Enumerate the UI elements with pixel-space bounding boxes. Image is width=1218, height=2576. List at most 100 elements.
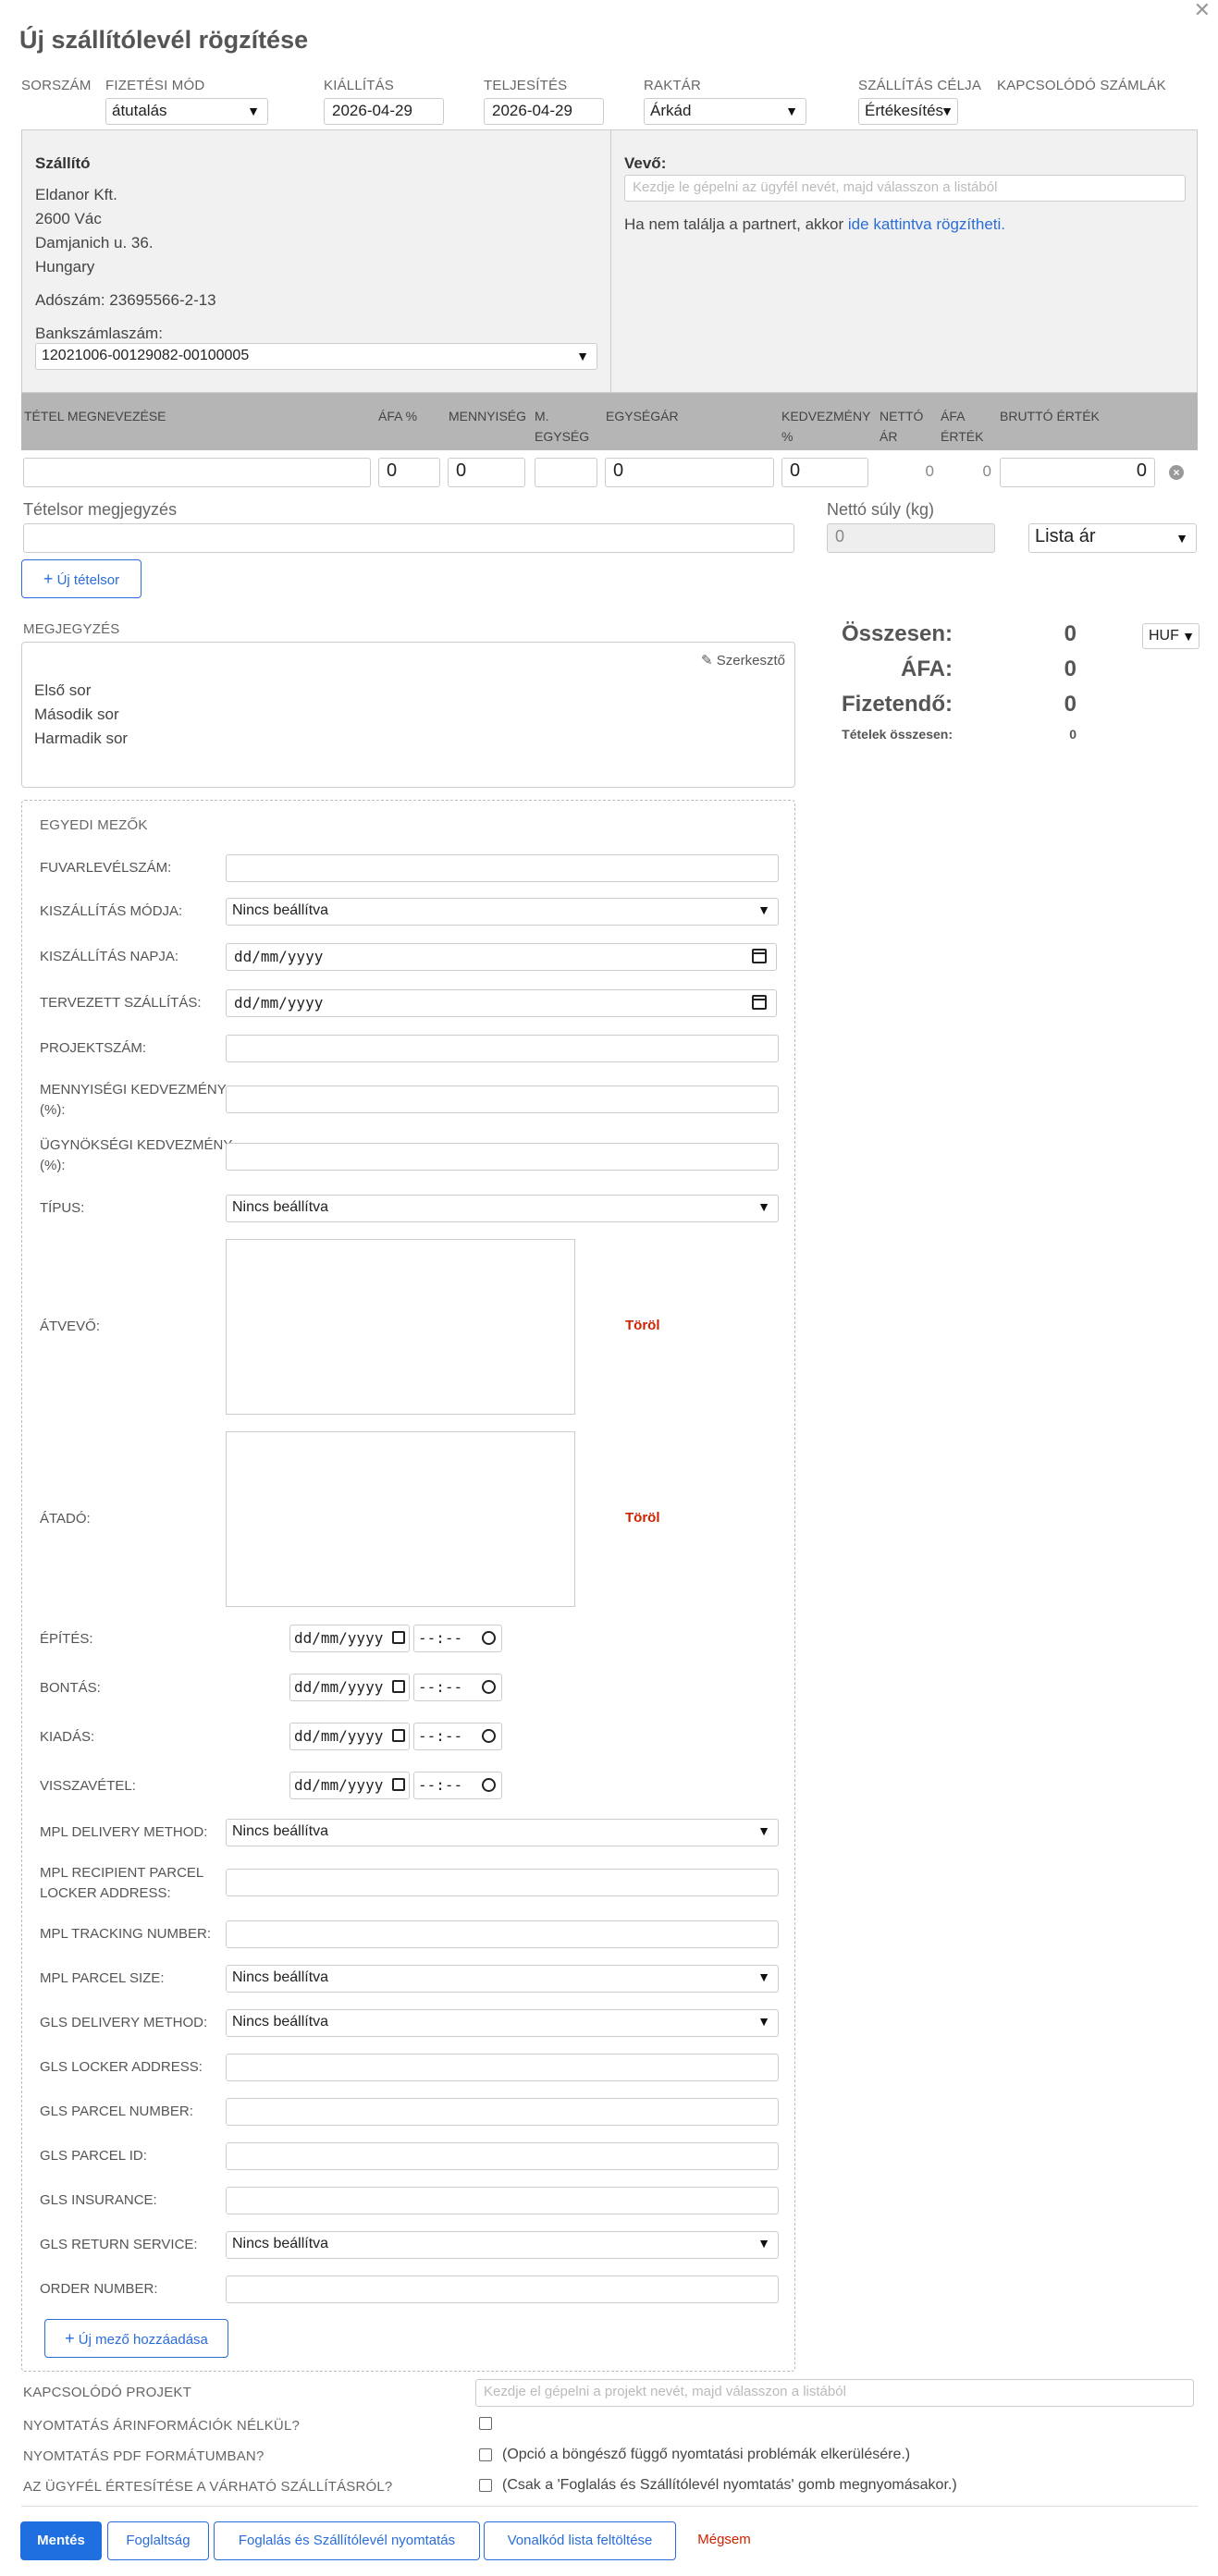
item-vat-value: 0 xyxy=(982,462,991,480)
close-icon[interactable]: ✕ xyxy=(1194,0,1211,20)
gls-delivery-select[interactable]: Nincs beállítva ▼ xyxy=(226,2009,779,2037)
planned-shipping-input[interactable]: dd/mm/yyyy xyxy=(226,989,777,1017)
row-note-input[interactable] xyxy=(23,523,794,553)
items-total-label: Tételek összesen: xyxy=(842,727,953,742)
new-partner-link[interactable]: ide kattintva rögzítheti. xyxy=(848,215,1005,233)
total-label: Összesen: xyxy=(841,621,953,646)
dispatch-date-placeholder: dd/mm/yyyy xyxy=(294,1727,384,1745)
issue-date-input[interactable]: 2026-04-29 xyxy=(324,98,444,125)
agency-discount-label-line1: ÜGYNÖKSÉGI KEDVEZMÉNY xyxy=(40,1137,233,1153)
order-number-label: ORDER NUMBER: xyxy=(40,2281,158,2297)
calendar-icon[interactable] xyxy=(392,1680,405,1693)
calendar-icon[interactable] xyxy=(752,995,767,1010)
teardown-label: BONTÁS: xyxy=(40,1680,101,1696)
col-net: NETTÓ ÁR xyxy=(880,406,923,447)
waybill-input[interactable] xyxy=(226,854,779,882)
clock-icon[interactable] xyxy=(482,1680,496,1694)
item-discount-input[interactable]: 0 xyxy=(781,458,868,487)
order-number-input[interactable] xyxy=(226,2275,779,2303)
editor-toggle[interactable]: ✎ Szerkesztő xyxy=(701,652,785,669)
chevron-down-icon: ▼ xyxy=(757,902,770,917)
teardown-time-input[interactable]: --:-- xyxy=(413,1674,502,1701)
related-project-input[interactable]: Kezdje el gépelni a projekt nevét, majd … xyxy=(475,2379,1194,2407)
return-date-input[interactable]: dd/mm/yyyy xyxy=(289,1772,410,1799)
add-field-button[interactable]: + Új mező hozzáadása xyxy=(44,2319,228,2358)
return-time-placeholder: --:-- xyxy=(418,1776,463,1794)
quantity-discount-input[interactable] xyxy=(226,1086,779,1113)
mpl-tracking-input[interactable] xyxy=(226,1920,779,1948)
col-item-name: TÉTEL MEGNEVEZÉSE xyxy=(24,409,166,423)
item-vat-input[interactable]: 0 xyxy=(378,458,440,487)
sender-clear-link[interactable]: Töröl xyxy=(625,1510,660,1526)
agency-discount-input[interactable] xyxy=(226,1143,779,1171)
return-time-input[interactable]: --:-- xyxy=(413,1772,502,1799)
gls-insurance-input[interactable] xyxy=(226,2187,779,2214)
buyer-hint-text: Ha nem találja a partnert, akkor xyxy=(624,215,844,233)
payment-method-select[interactable]: átutalás ▼ xyxy=(105,98,268,125)
calendar-icon[interactable] xyxy=(392,1631,405,1644)
delivery-day-input[interactable]: dd/mm/yyyy xyxy=(226,943,777,971)
sender-signature-pad[interactable] xyxy=(226,1431,575,1607)
item-name-input[interactable] xyxy=(23,458,371,487)
supplier-bank-label: Bankszámlaszám: xyxy=(35,325,163,342)
reserve-print-button[interactable]: Foglalás és Szállítólevél nyomtatás xyxy=(214,2521,480,2560)
clock-icon[interactable] xyxy=(482,1778,496,1792)
calendar-icon[interactable] xyxy=(752,949,767,963)
project-number-input[interactable] xyxy=(226,1035,779,1062)
add-row-button[interactable]: + Új tételsor xyxy=(21,559,141,598)
gls-locker-input[interactable] xyxy=(226,2054,779,2081)
reserve-button[interactable]: Foglaltság xyxy=(107,2521,209,2560)
currency-select[interactable]: HUF ▼ xyxy=(1142,623,1200,649)
gls-return-select[interactable]: Nincs beállítva ▼ xyxy=(226,2231,779,2259)
clock-icon[interactable] xyxy=(482,1631,496,1645)
planned-shipping-placeholder: dd/mm/yyyy xyxy=(234,994,324,1012)
gls-parcel-id-input[interactable] xyxy=(226,2142,779,2170)
payable-value: 0 xyxy=(1064,692,1077,717)
net-weight-input[interactable]: 0 xyxy=(827,523,995,553)
type-select[interactable]: Nincs beállítva ▼ xyxy=(226,1195,779,1222)
receiver-label: ÁTVEVŐ: xyxy=(40,1319,101,1334)
bank-account-value: 12021006-00129082-00100005 xyxy=(42,348,250,363)
calendar-icon[interactable] xyxy=(392,1778,405,1791)
bank-account-select[interactable]: 12021006-00129082-00100005 ▼ xyxy=(35,343,597,370)
delivery-mode-select[interactable]: Nincs beállítva ▼ xyxy=(226,898,779,926)
mpl-delivery-select[interactable]: Nincs beállítva ▼ xyxy=(226,1819,779,1846)
waybill-label: FUVARLEVÉLSZÁM: xyxy=(40,860,172,876)
price-list-select[interactable]: Lista ár ▼ xyxy=(1028,523,1197,553)
buyer-search-input[interactable]: Kezdje le gépelni az ügyfél nevét, majd … xyxy=(624,175,1186,202)
clock-icon[interactable] xyxy=(482,1729,496,1743)
mpl-locker-input[interactable] xyxy=(226,1869,779,1896)
col-discount-line1: KEDVEZMÉNY xyxy=(781,409,871,423)
remove-row-icon[interactable]: × xyxy=(1169,465,1184,480)
barcode-upload-button[interactable]: Vonalkód lista feltöltése xyxy=(484,2521,676,2560)
save-button[interactable]: Mentés xyxy=(20,2521,102,2560)
warehouse-select[interactable]: Árkád ▼ xyxy=(644,98,806,125)
shipping-purpose-select[interactable]: Értékesítés ▼ xyxy=(858,98,958,125)
item-unit-price-input[interactable]: 0 xyxy=(605,458,774,487)
receiver-clear-link[interactable]: Töröl xyxy=(625,1318,660,1333)
build-time-input[interactable]: --:-- xyxy=(413,1625,502,1652)
teardown-date-input[interactable]: dd/mm/yyyy xyxy=(289,1674,410,1701)
return-date-placeholder: dd/mm/yyyy xyxy=(294,1776,384,1794)
gls-parcel-number-input[interactable] xyxy=(226,2098,779,2126)
mpl-size-select[interactable]: Nincs beállítva ▼ xyxy=(226,1965,779,1993)
no-price-checkbox[interactable] xyxy=(479,2417,492,2430)
editor-toggle-label: Szerkesztő xyxy=(716,653,785,669)
item-gross-input[interactable]: 0 xyxy=(1000,458,1155,487)
calendar-icon[interactable] xyxy=(392,1729,405,1742)
notify-checkbox[interactable] xyxy=(479,2479,492,2492)
kiallitas-label: KIÁLLÍTÁS xyxy=(324,78,395,93)
fulfillment-date-input[interactable]: 2026-04-29 xyxy=(484,98,604,125)
note-box[interactable]: ✎ Szerkesztő Első sor Második sor Harmad… xyxy=(21,642,795,788)
receiver-signature-pad[interactable] xyxy=(226,1239,575,1415)
pdf-checkbox[interactable] xyxy=(479,2448,492,2461)
col-discount-line2: % xyxy=(781,429,794,444)
dispatch-time-input[interactable]: --:-- xyxy=(413,1723,502,1750)
chevron-down-icon: ▼ xyxy=(1182,629,1195,644)
item-unit-input[interactable] xyxy=(535,458,597,487)
item-qty-input[interactable]: 0 xyxy=(448,458,525,487)
cancel-button[interactable]: Mégsem xyxy=(684,2521,764,2560)
col-vat: ÁFA % xyxy=(378,409,418,423)
dispatch-date-input[interactable]: dd/mm/yyyy xyxy=(289,1723,410,1750)
build-date-input[interactable]: dd/mm/yyyy xyxy=(289,1625,410,1652)
